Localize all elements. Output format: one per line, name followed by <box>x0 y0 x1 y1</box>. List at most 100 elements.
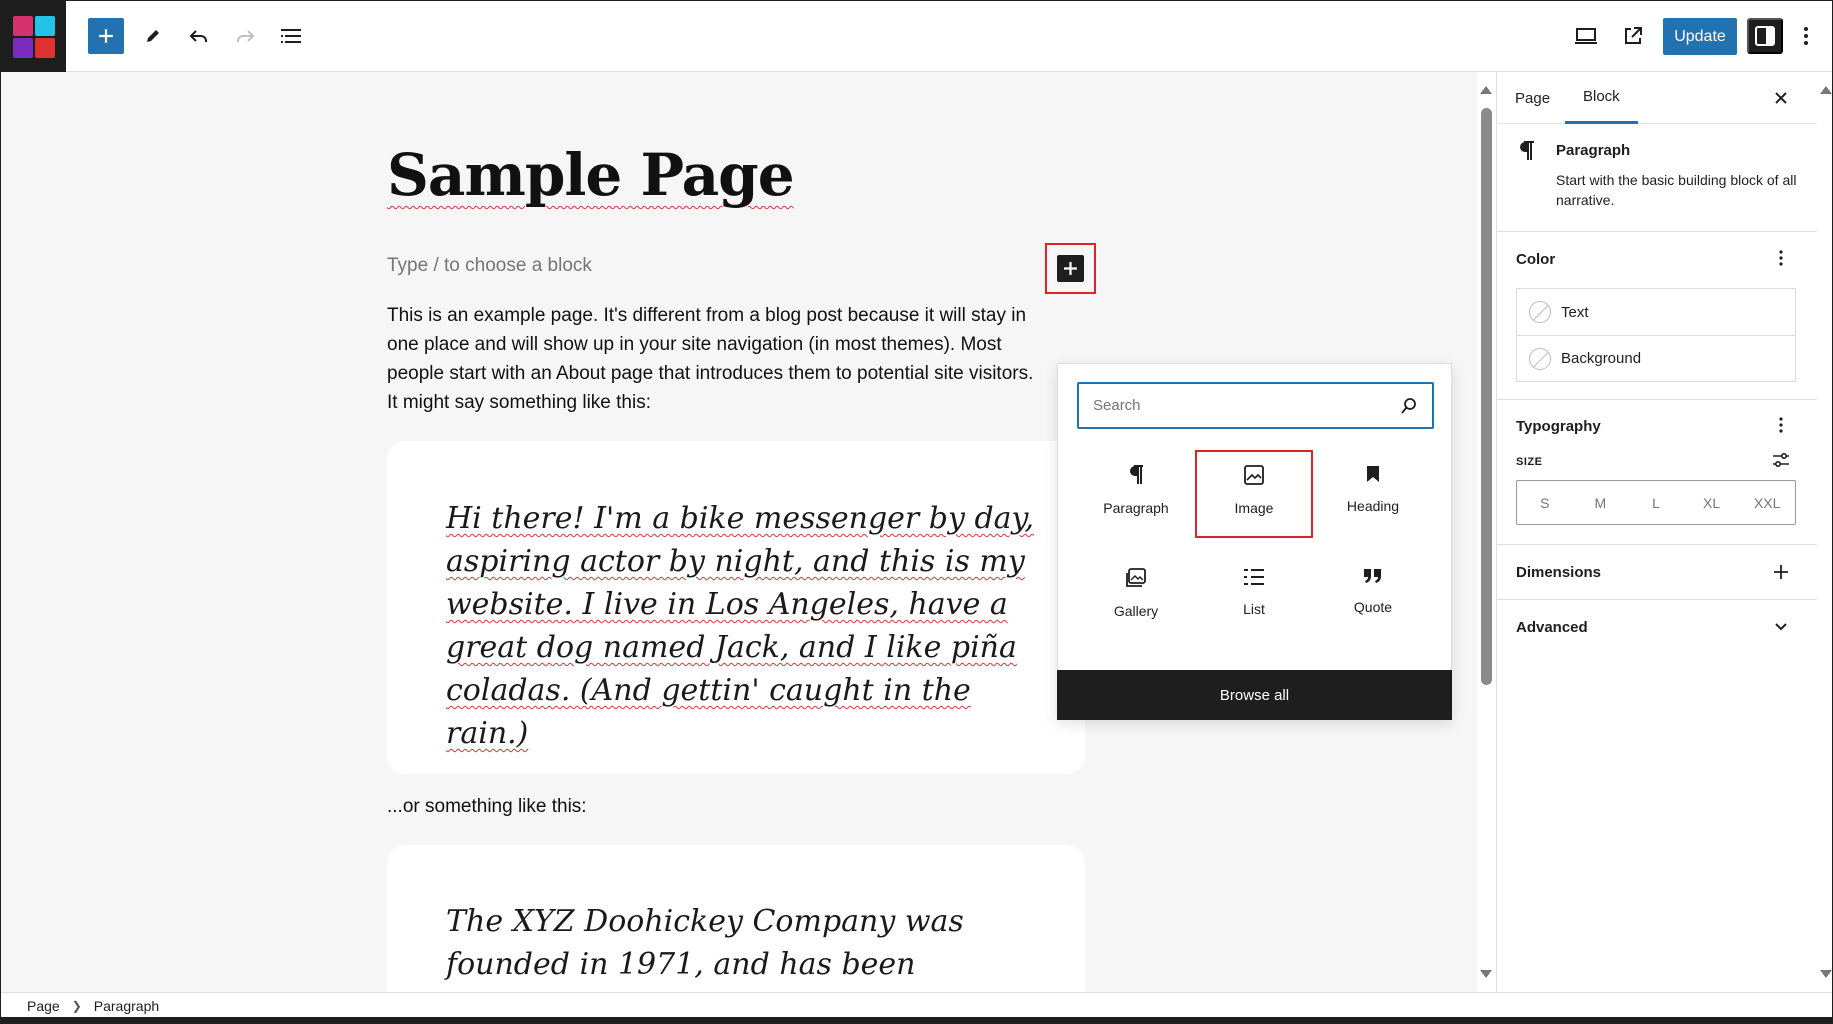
size-option-xl[interactable]: XL <box>1684 481 1740 524</box>
color-item-label: Text <box>1561 303 1589 321</box>
plus-icon <box>1064 262 1077 275</box>
size-label: SIZE <box>1516 456 1543 468</box>
settings-sliders-icon <box>1773 452 1789 468</box>
color-text-item[interactable]: Text <box>1517 289 1795 335</box>
document-overview-button[interactable] <box>273 18 309 54</box>
inline-inserter-button[interactable] <box>1057 255 1084 282</box>
undo-button[interactable] <box>181 18 217 54</box>
paragraph-icon <box>1520 141 1534 160</box>
close-sidebar-button[interactable] <box>1767 84 1795 112</box>
advanced-toggle[interactable] <box>1767 613 1795 641</box>
size-option-m[interactable]: M <box>1573 481 1629 524</box>
color-options-button[interactable] <box>1767 244 1795 272</box>
block-item-list[interactable]: List <box>1195 553 1313 641</box>
editor-canvas: Sample Page Type / to choose a block Thi… <box>1 72 1477 992</box>
sidebar-icon <box>1755 26 1775 46</box>
advanced-panel-title: Advanced <box>1516 619 1588 636</box>
external-link-icon <box>1625 27 1642 44</box>
kebab-icon <box>1804 27 1808 45</box>
preview-button[interactable] <box>1568 18 1604 54</box>
dimensions-panel-title: Dimensions <box>1516 564 1602 581</box>
empty-paragraph-placeholder[interactable]: Type / to choose a block <box>387 255 592 277</box>
color-background-item[interactable]: Background <box>1517 335 1795 381</box>
tab-block[interactable]: Block <box>1565 72 1638 124</box>
site-icon[interactable] <box>1 1 66 72</box>
advanced-panel[interactable]: Advanced <box>1497 600 1817 656</box>
redo-icon <box>237 30 255 42</box>
size-option-xxl[interactable]: XXL <box>1739 481 1795 524</box>
chevron-right-icon: ❯ <box>71 999 82 1013</box>
scrollbar-thumb[interactable] <box>1481 108 1492 685</box>
update-button[interactable]: Update <box>1663 18 1737 55</box>
block-item-image[interactable]: Image <box>1195 450 1313 538</box>
tools-button[interactable] <box>135 18 171 54</box>
image-icon <box>1244 465 1264 485</box>
kebab-icon <box>1779 417 1783 433</box>
page-title[interactable]: Sample Page <box>387 141 795 209</box>
sidebar-scrollbar[interactable] <box>1817 72 1832 992</box>
typography-panel: Typography SIZE S M L XL XXL <box>1497 400 1817 545</box>
color-item-label: Background <box>1561 350 1642 367</box>
block-item-label: Image <box>1234 500 1274 516</box>
block-item-label: Gallery <box>1113 603 1159 619</box>
block-card-title: Paragraph <box>1556 142 1631 159</box>
close-icon <box>1775 92 1787 104</box>
size-option-s[interactable]: S <box>1517 481 1573 524</box>
search-icon <box>1401 397 1416 414</box>
heading-icon <box>1367 466 1379 482</box>
color-panel-title: Color <box>1516 251 1556 268</box>
scroll-up-arrow[interactable] <box>1820 86 1832 94</box>
block-item-label: Paragraph <box>1103 500 1169 516</box>
desktop-icon <box>1575 28 1597 44</box>
plus-icon <box>1774 565 1788 579</box>
settings-sidebar: Page Block Paragraph Start with the basi… <box>1496 72 1832 992</box>
block-item-gallery[interactable]: Gallery <box>1077 553 1195 641</box>
undo-icon <box>189 30 207 42</box>
inline-inserter-highlight <box>1045 243 1096 294</box>
block-item-paragraph[interactable]: Paragraph <box>1077 450 1195 538</box>
pullquote-block[interactable]: The XYZ Doohickey Company was founded in… <box>387 845 1085 992</box>
scroll-down-arrow[interactable] <box>1820 970 1832 978</box>
inserter-search-input[interactable] <box>1093 397 1400 414</box>
block-editor: Update Sample Page Type / to choose a bl… <box>0 0 1833 1018</box>
block-inserter-toggle[interactable] <box>88 18 124 54</box>
kebab-icon <box>1779 250 1783 266</box>
inserter-search[interactable] <box>1077 382 1434 429</box>
quick-inserter-popover: Paragraph Image Heading Gallery List <box>1057 363 1452 720</box>
breadcrumb-page[interactable]: Page <box>27 998 60 1014</box>
typography-panel-title: Typography <box>1516 418 1601 435</box>
scroll-up-arrow[interactable] <box>1480 86 1492 94</box>
quote-text[interactable]: Hi there! I'm a bike messenger by day, a… <box>446 497 1046 755</box>
list-view-icon <box>281 29 301 43</box>
browse-all-button[interactable]: Browse all <box>1057 670 1452 720</box>
quote-icon <box>1364 569 1381 583</box>
empty-swatch-icon <box>1529 347 1551 370</box>
tab-page[interactable]: Page <box>1497 72 1568 124</box>
redo-button[interactable] <box>227 18 263 54</box>
gallery-icon <box>1126 568 1146 587</box>
quote-text[interactable]: The XYZ Doohickey Company was founded in… <box>446 900 1046 992</box>
block-item-label: Quote <box>1353 599 1393 615</box>
block-item-heading[interactable]: Heading <box>1314 450 1432 538</box>
breadcrumb-paragraph[interactable]: Paragraph <box>94 998 159 1014</box>
sidebar-tabs: Page Block <box>1497 72 1817 124</box>
settings-toggle[interactable] <box>1747 18 1783 54</box>
dimensions-add-button[interactable] <box>1767 558 1795 586</box>
paragraph-icon <box>1130 465 1143 484</box>
color-panel: Color Text Background <box>1497 232 1817 400</box>
view-page-button[interactable] <box>1615 18 1651 54</box>
typography-options-button[interactable] <box>1767 411 1795 439</box>
pullquote-block[interactable]: Hi there! I'm a bike messenger by day, a… <box>387 441 1085 774</box>
canvas-scrollbar[interactable] <box>1477 72 1496 992</box>
size-option-l[interactable]: L <box>1628 481 1684 524</box>
block-item-quote[interactable]: Quote <box>1314 553 1432 641</box>
intro-paragraph[interactable]: This is an example page. It's different … <box>387 301 1047 417</box>
paragraph-or-something[interactable]: ...or something like this: <box>387 796 587 818</box>
pencil-icon <box>147 30 159 42</box>
options-button[interactable] <box>1792 18 1820 54</box>
block-card: Paragraph Start with the basic building … <box>1497 124 1817 232</box>
block-card-description: Start with the basic building block of a… <box>1556 172 1797 208</box>
scroll-down-arrow[interactable] <box>1480 970 1492 978</box>
dimensions-panel[interactable]: Dimensions <box>1497 545 1817 600</box>
custom-size-button[interactable] <box>1767 446 1795 474</box>
